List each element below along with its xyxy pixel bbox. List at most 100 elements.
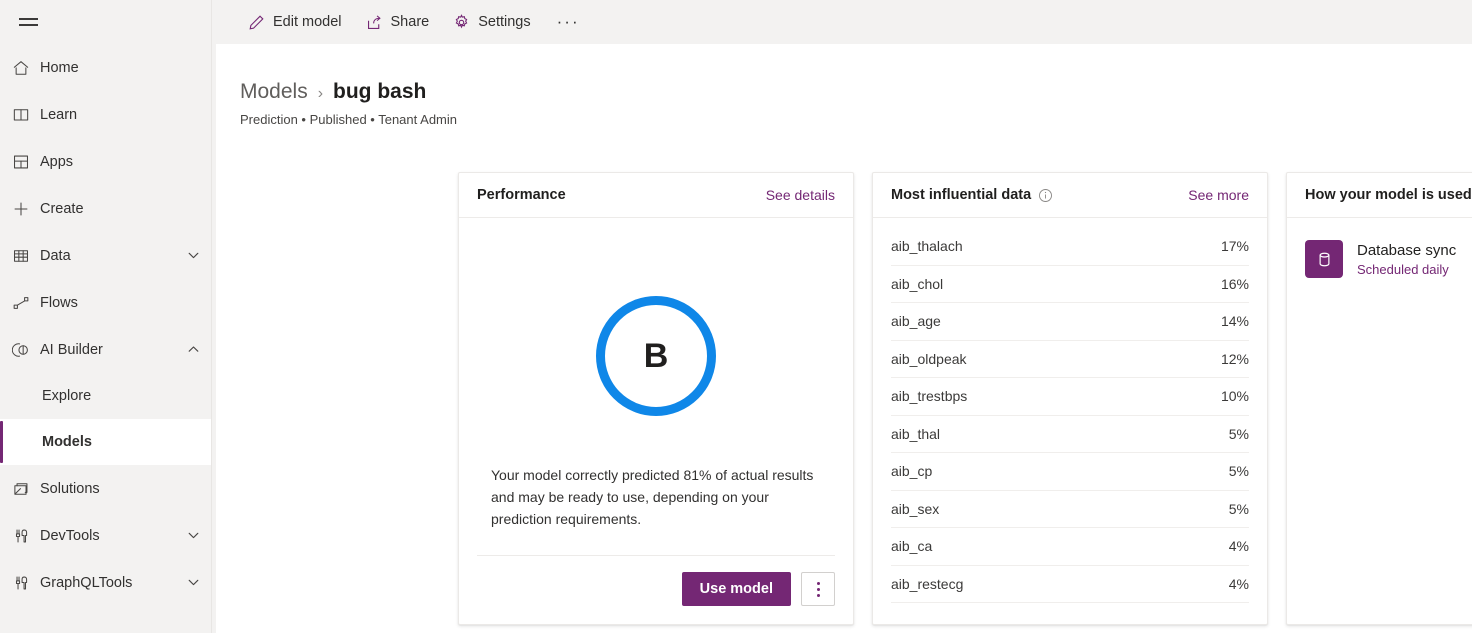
tools-icon <box>12 526 40 546</box>
model-usage-card: How your model is used Database sync Sche… <box>1286 172 1472 625</box>
page-title: bug bash <box>333 80 426 104</box>
most-influential-data-card: Most influential data See more aib_thala… <box>872 172 1268 625</box>
sidebar-item-graphqltools[interactable]: GraphQLTools <box>0 559 216 606</box>
chevron-up-icon[interactable] <box>184 343 202 356</box>
sidebar-item-apps[interactable]: Apps <box>0 138 216 185</box>
sidebar-item-label: GraphQLTools <box>40 575 184 591</box>
sidebar-item-label: Create <box>40 201 202 217</box>
toolbar-button-edit-model[interactable]: Edit model <box>238 5 352 39</box>
influential-data-name: aib_cp <box>891 463 932 479</box>
share-icon <box>366 14 383 31</box>
sidebar-item-label: Explore <box>42 388 202 404</box>
influential-data-name: aib_chol <box>891 276 943 292</box>
pencil-icon <box>248 14 265 31</box>
sidebar-item-models[interactable]: Models <box>0 419 216 465</box>
sidebar-item-data[interactable]: Data <box>0 232 216 279</box>
influential-data-value: 17% <box>1221 238 1249 254</box>
app-root: Home Learn Apps Create Data Flows AI Builder Ex… <box>0 0 1472 633</box>
usage-item-subtitle: Scheduled daily <box>1357 262 1456 277</box>
influential-data-row: aib_thalach 17% <box>891 228 1249 266</box>
influential-data-value: 10% <box>1221 388 1249 404</box>
sidebar-item-explore[interactable]: Explore <box>0 373 216 419</box>
influential-data-name: aib_ca <box>891 538 932 554</box>
influential-data-name: aib_age <box>891 313 941 329</box>
chevron-down-icon[interactable] <box>184 529 202 542</box>
breadcrumb: Models › bug bash <box>240 80 1472 104</box>
influential-data-row: aib_cp 5% <box>891 453 1249 491</box>
sidebar-item-ai-builder[interactable]: AI Builder <box>0 326 216 373</box>
info-icon[interactable] <box>1038 188 1053 203</box>
usage-card-header: How your model is used <box>1287 173 1472 218</box>
sidebar-item-learn[interactable]: Learn <box>0 91 216 138</box>
tools-icon <box>12 573 40 593</box>
influential-data-name: aib_sex <box>891 501 939 517</box>
performance-card-footer: Use model <box>477 555 835 624</box>
sidebar-item-label: AI Builder <box>40 342 184 358</box>
influential-data-name: aib_thal <box>891 426 940 442</box>
sidebar-item-solutions[interactable]: Solutions <box>0 465 216 512</box>
use-model-button[interactable]: Use model <box>682 572 791 606</box>
influential-data-row: aib_chol 16% <box>891 266 1249 304</box>
performance-card: Performance See details B Your model cor… <box>458 172 854 625</box>
chevron-right-icon: › <box>318 85 323 103</box>
toolbar-button-settings[interactable]: Settings <box>443 5 540 39</box>
solutions-icon <box>12 479 40 499</box>
influential-data-value: 16% <box>1221 276 1249 292</box>
database-icon <box>1305 240 1343 278</box>
sidebar-item-label: Data <box>40 248 184 264</box>
toolbar-label: Settings <box>478 14 530 30</box>
sidebar-item-label: DevTools <box>40 528 184 544</box>
influential-data-row: aib_trestbps 10% <box>891 378 1249 416</box>
performance-card-header: Performance See details <box>459 173 853 218</box>
influential-data-row: aib_ca4% <box>891 528 1249 566</box>
usage-card-body: Database sync Scheduled daily <box>1287 218 1472 624</box>
sidebar-item-home[interactable]: Home <box>0 44 216 91</box>
chevron-down-icon[interactable] <box>184 249 202 262</box>
ai-brain-icon <box>12 340 40 360</box>
toolbar-label: Share <box>391 14 430 30</box>
influential-data-value: 5% <box>1229 426 1249 442</box>
gear-icon <box>453 14 470 31</box>
usage-list-item[interactable]: Database sync Scheduled daily <box>1305 240 1472 278</box>
performance-more-options-button[interactable] <box>801 572 835 606</box>
home-icon <box>12 58 40 78</box>
sidebar-item-label: Models <box>42 434 202 450</box>
influential-data-row: aib_thal 5% <box>891 416 1249 454</box>
grade-wrapper: B <box>477 296 835 416</box>
influential-card-header: Most influential data See more <box>873 173 1267 218</box>
influential-data-name: aib_trestbps <box>891 388 967 404</box>
toolbar-overflow-button[interactable]: ··· <box>545 5 592 39</box>
chevron-down-icon[interactable] <box>184 576 202 589</box>
see-details-link[interactable]: See details <box>766 187 835 203</box>
influential-data-row: aib_sex5% <box>891 491 1249 529</box>
sidebar-item-create[interactable]: Create <box>0 185 216 232</box>
influential-title-text: Most influential data <box>891 187 1031 203</box>
performance-grade-letter: B <box>644 339 669 373</box>
hamburger-bar <box>19 24 38 26</box>
influential-data-value: 5% <box>1229 463 1249 479</box>
see-more-link[interactable]: See more <box>1188 187 1249 203</box>
sidebar-item-label: Home <box>40 60 202 76</box>
apps-grid-icon <box>12 152 40 172</box>
influential-data-name: aib_oldpeak <box>891 351 967 367</box>
performance-card-title: Performance <box>477 187 566 203</box>
breadcrumb-link-models[interactable]: Models <box>240 80 308 104</box>
usage-item-title: Database sync <box>1357 242 1456 259</box>
influential-data-name: aib_thalach <box>891 238 963 254</box>
hamburger-icon[interactable] <box>4 0 52 44</box>
page-header: Models › bug bash Prediction • Published… <box>216 44 1472 127</box>
performance-card-body: B Your model correctly predicted 81% of … <box>459 218 853 624</box>
influential-data-name: aib_restecg <box>891 576 963 592</box>
book-icon <box>12 105 40 125</box>
influential-data-row: aib_age14% <box>891 303 1249 341</box>
influential-data-value: 4% <box>1229 576 1249 592</box>
sidebar-item-label: Learn <box>40 107 202 123</box>
toolbar-button-share[interactable]: Share <box>356 5 440 39</box>
main-content: Edit model Share Settings <box>216 0 1472 633</box>
sidebar-item-flows[interactable]: Flows <box>0 279 216 326</box>
influential-data-row: aib_oldpeak12% <box>891 341 1249 379</box>
sidebar-nav-list: Home Learn Apps Create Data Flows AI Builder Ex… <box>0 44 216 606</box>
sidebar-item-label: Solutions <box>40 481 202 497</box>
sidebar-item-devtools[interactable]: DevTools <box>0 512 216 559</box>
usage-list: Database sync Scheduled daily <box>1305 218 1472 278</box>
